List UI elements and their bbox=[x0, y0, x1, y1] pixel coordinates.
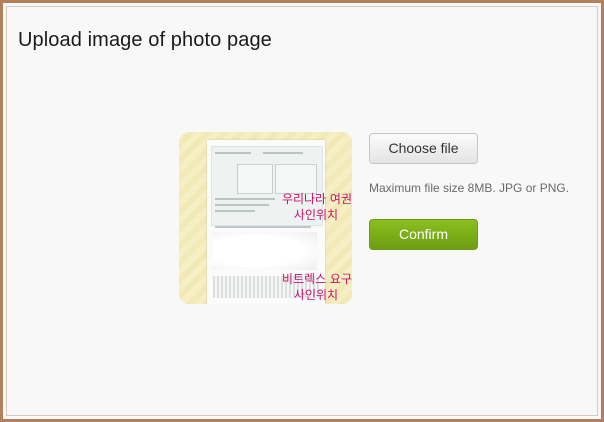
text-line bbox=[215, 204, 269, 206]
confirm-button[interactable]: Confirm bbox=[369, 219, 478, 250]
page-title: Upload image of photo page bbox=[18, 29, 272, 51]
signature-location-annotation-bottom: 비트렉스 요구 사인위치 bbox=[281, 272, 352, 302]
signature-location-annotation-top: 우리나라 여권 사인위치 bbox=[281, 192, 352, 222]
choose-file-button[interactable]: Choose file bbox=[369, 133, 478, 164]
text-line bbox=[215, 210, 255, 212]
text-line bbox=[215, 226, 311, 228]
text-line bbox=[263, 152, 303, 154]
photo-page-preview: 우리나라 여권 사인위치 비트렉스 요구 사인위치 bbox=[179, 132, 352, 304]
blurred-photo-area bbox=[213, 232, 317, 270]
text-line bbox=[215, 152, 251, 154]
passport-field-box bbox=[237, 164, 273, 194]
file-size-hint: Maximum file size 8MB. JPG or PNG. bbox=[369, 181, 570, 195]
passport-field-box bbox=[275, 164, 317, 194]
page-frame: Upload image of photo page 우리나라 여권 사인위치 … bbox=[0, 0, 604, 422]
